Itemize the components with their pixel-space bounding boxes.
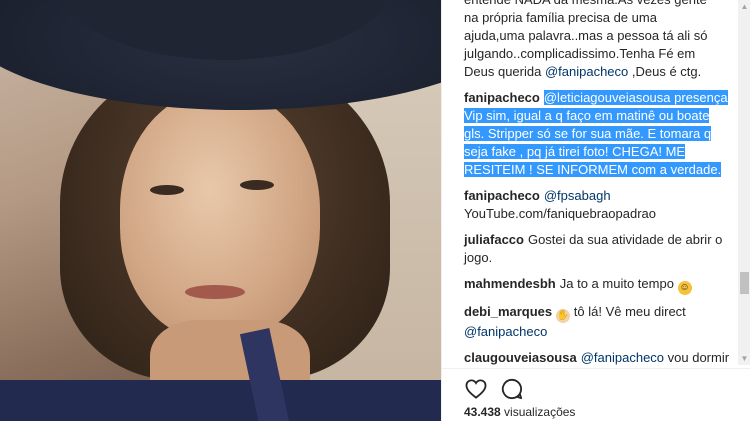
comment-text-line: entende NADA da mesma.Ás vezes gente (464, 0, 730, 9)
comment-username[interactable]: claugouveiasousa (464, 350, 577, 365)
comment-text: Deus querida (464, 64, 545, 79)
comment-username[interactable]: juliafacco (464, 232, 524, 247)
comment-button[interactable] (500, 377, 524, 401)
comment-mention[interactable]: @leticiagouveiasousa (544, 90, 671, 105)
comment-item: fanipacheco @leticiagouveiasousa presença… (464, 89, 730, 179)
scroll-down-arrow-icon[interactable]: ▼ (738, 352, 750, 365)
comment-text-line: julgando..complicadissimo.Tenha Fé em (464, 46, 696, 61)
comment-username[interactable]: debi_marques (464, 304, 552, 319)
post-actions (464, 377, 524, 401)
comment-username[interactable]: fanipacheco (464, 188, 540, 203)
comment-bubble-icon (501, 378, 523, 400)
views-label: visualizações (504, 405, 576, 419)
comment-item: fanipacheco @fpsabagh YouTube.com/fanique… (464, 187, 730, 223)
waving-hand-emoji-icon: ✋ (556, 309, 571, 323)
comment-username[interactable]: fanipacheco (464, 90, 540, 105)
video-clothing (0, 380, 441, 421)
like-button[interactable] (464, 377, 488, 401)
comment-text: tô lá! Vê meu direct (573, 304, 686, 319)
video-player[interactable] (0, 0, 441, 421)
comment-item: mahmendesbh Ja to a muito tempo ☺ (464, 275, 730, 295)
scrollbar-thumb[interactable] (740, 272, 749, 294)
video-eye-left (150, 185, 184, 195)
comment-mention[interactable]: @fanipacheco (581, 350, 664, 365)
heart-icon (465, 379, 487, 399)
views-count: 43.438 (464, 405, 501, 419)
video-mouth (185, 285, 245, 299)
actions-divider (442, 368, 750, 369)
views-counter: 43.438 visualizações (464, 405, 575, 419)
comment-item: entende NADA da mesma.Ás vezes gente na … (464, 0, 730, 81)
comments-panel: entende NADA da mesma.Ás vezes gente na … (441, 0, 750, 421)
comment-item: claugouveiasousa @fanipacheco vou dormir … (464, 349, 730, 365)
scroll-up-arrow-icon[interactable]: ▲ (738, 0, 750, 13)
comments-list: entende NADA da mesma.Ás vezes gente na … (442, 0, 738, 365)
comment-item: juliafacco Gostei da sua atividade de abr… (464, 231, 730, 267)
comment-text: ,Deus é ctg. (628, 64, 702, 79)
comment-text: Ja to a muito tempo (559, 276, 674, 291)
comment-text-line: Deus querida @fanipacheco ,Deus é ctg. (464, 63, 730, 81)
comments-scrollbar[interactable]: ▲ ▼ (738, 0, 750, 365)
comment-mention[interactable]: @fpsabagh (544, 188, 611, 203)
comment-item: debi_marques ✋ tô lá! Vê meu direct @fani… (464, 303, 730, 341)
laughing-emoji-icon: ☺ (677, 281, 692, 295)
video-eye-right (240, 180, 274, 190)
comment-username[interactable]: mahmendesbh (464, 276, 556, 291)
comment-text-line: ajuda,uma palavra..mas a pessoa tá ali s… (464, 28, 708, 43)
video-face (120, 90, 320, 340)
comment-text: YouTube.com/faniquebraopadrao (464, 206, 657, 221)
comment-mention[interactable]: @fanipacheco (464, 324, 547, 339)
comment-mention[interactable]: @fanipacheco (545, 64, 628, 79)
comment-text-line: na própria família precisa de uma (464, 10, 657, 25)
